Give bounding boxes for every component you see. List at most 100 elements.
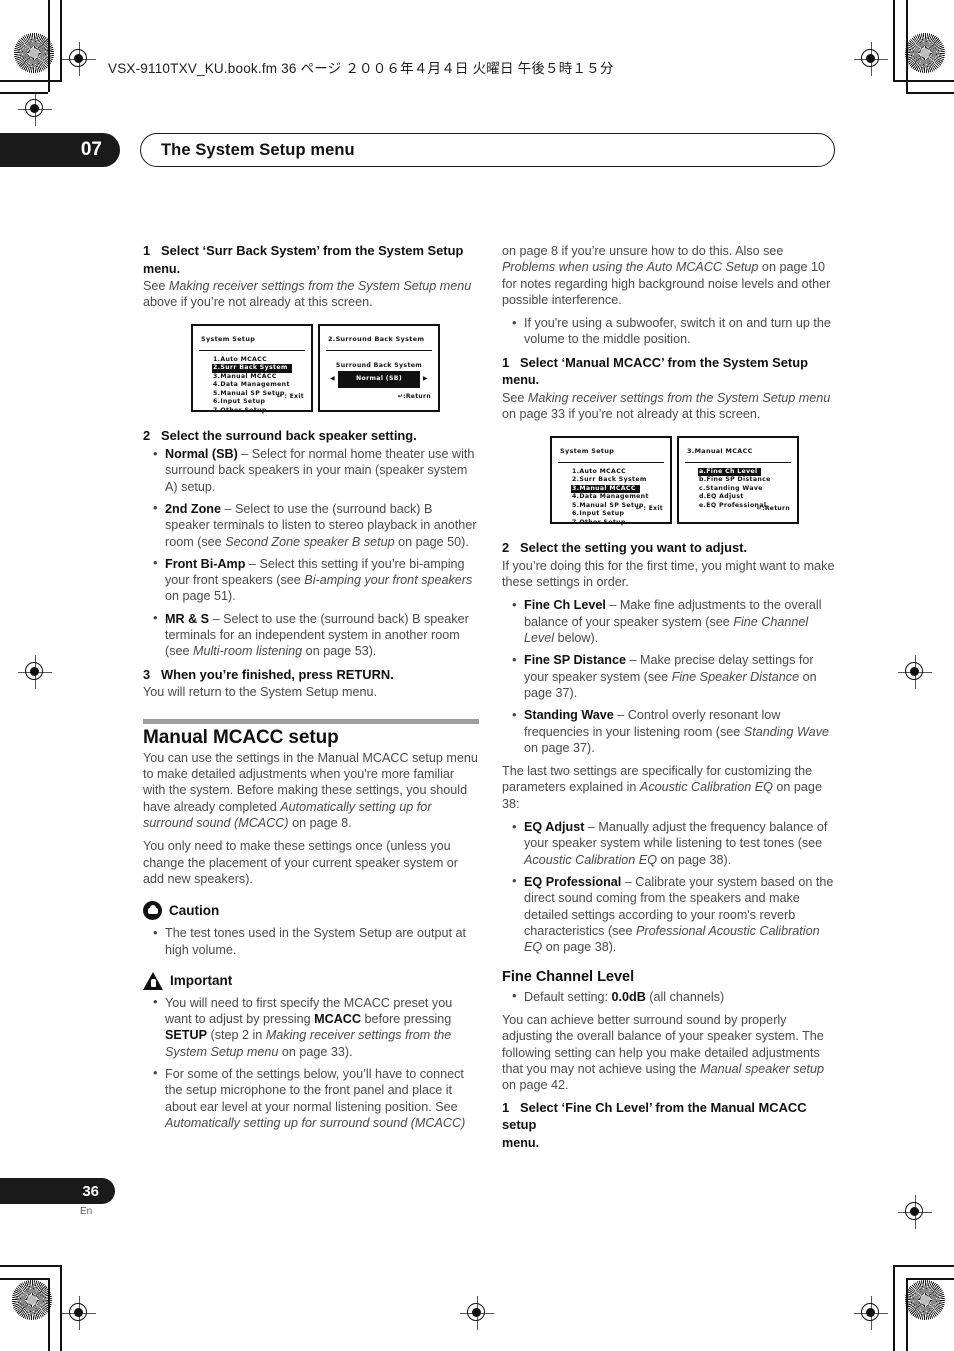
para-pre: on page 8 if you’re unsure how to do thi… xyxy=(502,244,784,258)
osd-menu-item[interactable]: 2.Surr Back System xyxy=(572,476,664,485)
osd-title: 2.Surround Back System xyxy=(326,331,432,351)
osd-item-label: 5.Manual SP Setup xyxy=(213,389,285,397)
osd-menu-item[interactable]: 2.Surr Back System xyxy=(212,364,305,373)
right-step-2-title: Select the setting you want to adjust. xyxy=(520,540,748,556)
osd-figure-1: System Setup 1.Auto MCACC 2.Surr Back Sy… xyxy=(191,324,479,414)
crop-mark-bottom-left-h2 xyxy=(0,1278,48,1280)
right-continued-paragraph: on page 8 if you’re unsure how to do thi… xyxy=(502,243,838,308)
para-pre: See xyxy=(502,390,528,405)
important-label: Important xyxy=(170,972,233,988)
osd-menu-item[interactable]: 3.Manual MCACC xyxy=(571,484,664,494)
caution-bullets: The test tones used in the System Setup … xyxy=(143,925,479,958)
osd-menu-item[interactable]: c.Standing Wave xyxy=(699,485,791,494)
bullet-italic: Fine Speaker Distance xyxy=(671,669,800,684)
subsection-heading-fine-channel-level: Fine Channel Level xyxy=(502,969,635,986)
osd-value-selector[interactable]: ◀ Normal (SB) ▶ xyxy=(326,370,432,389)
para-italic: Problems when using the Auto MCACC Setup xyxy=(502,260,759,275)
crop-mark-bottom-right-h xyxy=(893,1265,954,1267)
bullet-italic: Acoustic Calibration EQ xyxy=(524,852,657,867)
bullet-italic: Multi-room listening xyxy=(193,644,303,659)
right-step-1-number: 1 xyxy=(502,354,510,370)
osd-menu-item[interactable]: 1.Auto MCACC xyxy=(213,356,305,365)
left-step-1-body-post: above if you’re not already at this scre… xyxy=(143,295,373,310)
osd-item-list: 1.Auto MCACC 2.Surr Back System 3.Manual… xyxy=(199,356,305,416)
bullet-italic: Automatically setting up for surround so… xyxy=(165,1115,466,1130)
osd-menu-item[interactable]: a.Fine Ch Level xyxy=(698,467,791,477)
crop-mark-top-right-h2 xyxy=(906,92,954,94)
right-step-1-body: See Making receiver settings from the Sy… xyxy=(502,390,838,423)
left-step-1-body: See Making receiver settings from the Sy… xyxy=(143,278,479,311)
registration-mark-bottom-right xyxy=(854,1296,888,1330)
page-number-tab: 36 xyxy=(0,1178,115,1204)
right-step-2-bullets: Fine Ch Level – Make fine adjustments to… xyxy=(502,597,838,756)
bullet-term: EQ Adjust xyxy=(524,820,585,835)
step-number: 1 xyxy=(502,1100,510,1116)
osd-menu-item[interactable]: 3.Manual MCACC xyxy=(213,373,305,382)
left-step-1-body-italic: Making receiver settings from the System… xyxy=(168,278,472,293)
osd-screen-system-setup-1: System Setup 1.Auto MCACC 2.Surr Back Sy… xyxy=(191,324,313,414)
right-step-2-note: The last two settings are specifically f… xyxy=(502,763,838,812)
step-title: Select ‘Fine Ch Level’ from the Manual M… xyxy=(502,1100,807,1133)
osd-item-label: b.Fine SP Distance xyxy=(699,476,771,484)
chevron-left-icon[interactable]: ◀ xyxy=(330,371,335,387)
registration-mark-bottom-center xyxy=(460,1296,494,1330)
crop-mark-bottom-right-v2 xyxy=(906,1278,908,1351)
print-rosette-top-right xyxy=(905,33,945,73)
osd-item-label: 6.Input Setup xyxy=(572,510,625,518)
section-heading-manual-mcacc-setup: Manual MCACC setup xyxy=(143,726,339,748)
osd-menu-item[interactable]: 1.Auto MCACC xyxy=(572,468,664,477)
bullet-term: Front Bi-Amp xyxy=(165,556,246,571)
bullet-term: MR & S xyxy=(165,611,210,626)
list-item: Default setting: 0.0dB (all channels) xyxy=(512,988,838,1005)
left-step-1-number: 1 xyxy=(143,243,151,258)
left-step-3-number: 3 xyxy=(143,666,151,682)
list-item: You will need to first specify the MCACC… xyxy=(153,994,479,1060)
osd-item-label: 2.Surr Back System xyxy=(572,476,647,484)
osd-item-label: 3.Manual MCACC xyxy=(213,372,277,380)
crop-mark-top-left-h2 xyxy=(0,92,48,94)
osd-title: System Setup xyxy=(558,443,664,463)
registration-mark-top-right xyxy=(854,42,888,76)
important-bullets: You will need to first specify the MCACC… xyxy=(143,994,479,1131)
bullet-term: Fine Ch Level xyxy=(524,598,606,613)
osd-title: System Setup xyxy=(199,331,305,351)
osd-menu-item[interactable]: b.Fine SP Distance xyxy=(699,476,791,485)
page-language-label: En xyxy=(80,1206,93,1217)
osd-menu-item[interactable]: 7.Other Setup xyxy=(572,519,664,528)
osd-menu-item[interactable]: 7.Other Setup xyxy=(213,407,305,416)
right-step-1-title: Select ‘Manual MCACC’ from the System Se… xyxy=(520,354,808,370)
bullet-italic: Bi-amping your front speakers xyxy=(304,573,473,588)
osd-selected-value: Normal (SB) xyxy=(337,370,421,389)
right-step-1-heading: 1 Select ‘Manual MCACC’ from the System S… xyxy=(502,355,838,372)
print-filename-header: VSX-9110TXV_KU.book.fm 36 ページ ２００６年４月４日 … xyxy=(108,61,614,76)
right-step-2-number: 2 xyxy=(502,540,510,556)
bullet-text-after: on page 53). xyxy=(302,644,377,659)
para-italic: Manual speaker setup xyxy=(700,1061,825,1076)
bullet-text-after: on page 38). xyxy=(542,940,617,955)
crop-mark-bottom-right-v xyxy=(893,1265,895,1351)
right-step-2-heading: 2 Select the setting you want to adjust. xyxy=(502,540,838,557)
warning-triangle-hand-icon xyxy=(143,971,163,990)
chevron-right-icon[interactable]: ▶ xyxy=(423,371,428,387)
registration-mark-upper-left xyxy=(18,92,52,126)
left-step-1-title: Select ‘Surr Back System’ from the Syste… xyxy=(161,243,464,258)
para-post: on page 42. xyxy=(502,1078,569,1093)
print-rosette-bottom-left xyxy=(12,1280,52,1320)
bullet-term: EQ Professional xyxy=(524,874,622,889)
bullet-bold-mcacc: MCACC xyxy=(314,1012,361,1027)
section-paragraph-1: You can use the settings in the Manual M… xyxy=(143,750,479,831)
crop-mark-top-right-v2 xyxy=(906,0,908,92)
osd-item-label: 7.Other Setup xyxy=(572,518,626,526)
bullet-term: Standing Wave xyxy=(524,708,614,723)
osd-setting-label: Surround Back System xyxy=(335,361,423,369)
osd-item-label-selected: a.Fine Ch Level xyxy=(698,467,762,477)
default-label: Default setting: xyxy=(524,989,612,1004)
osd-return-hint: ↵:Return xyxy=(397,393,431,401)
registration-mark-top-left xyxy=(62,42,96,76)
list-item: Fine SP Distance – Make precise delay se… xyxy=(512,652,838,701)
crop-mark-bottom-left-h xyxy=(0,1265,62,1267)
bullet-text-after: on page 37). xyxy=(524,740,595,755)
left-step-2-heading: 2 Select the surround back speaker settin… xyxy=(143,428,479,445)
right-column: on page 8 if you’re unsure how to do thi… xyxy=(502,243,838,1152)
caution-heading: Caution xyxy=(143,901,479,921)
